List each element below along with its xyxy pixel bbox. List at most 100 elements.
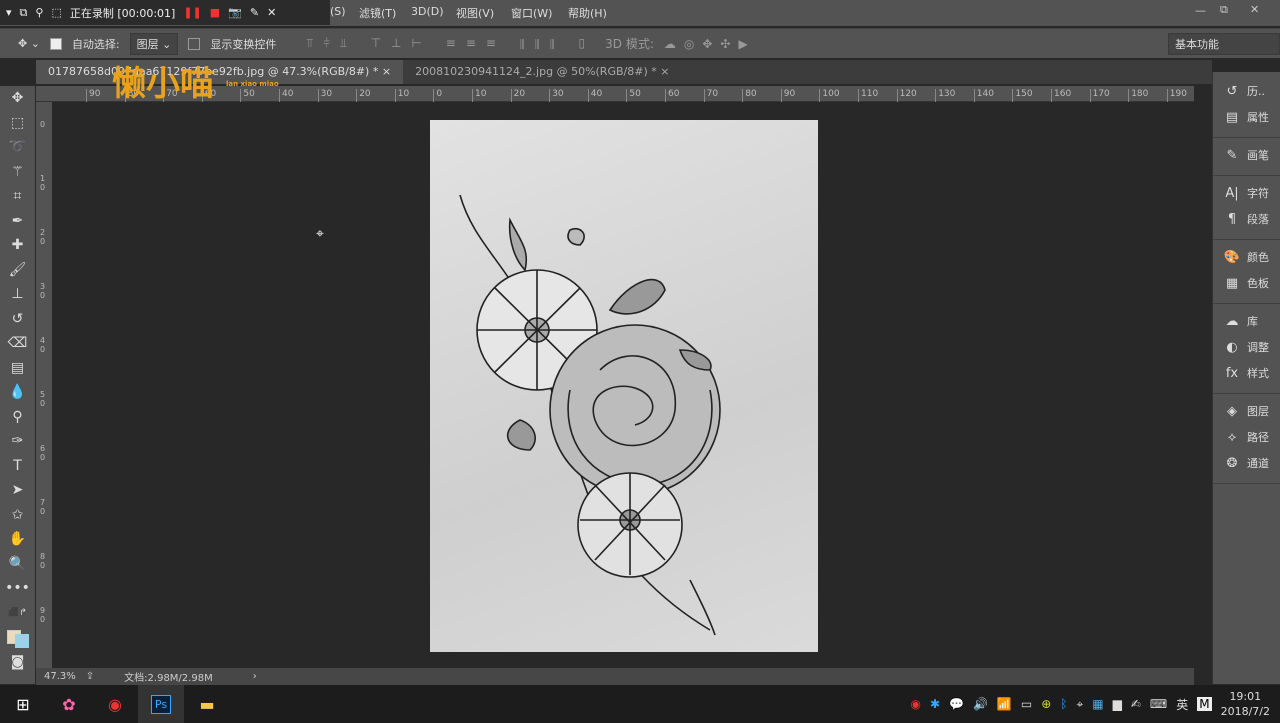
lasso-tool[interactable]: ➰ — [0, 135, 35, 160]
panel-paragraph[interactable]: ¶ 段落 — [1213, 206, 1280, 232]
taskbar: ⊞ ✿ ◉ Ps ▬ ◉ ✱ 💬 🔊 📶 ▭ ⊕ ᛒ ⌖ ▦ ▆ ✍ ⌨ 英 M… — [0, 685, 1280, 723]
app-file-explorer-icon[interactable]: ▬ — [184, 685, 230, 723]
minimize-button[interactable]: — — [1195, 4, 1206, 17]
pen-tool[interactable]: ✑ — [0, 429, 35, 454]
network-icon[interactable]: ⌖ — [1076, 697, 1083, 712]
search-icon[interactable]: ⚲ — [35, 6, 43, 19]
panel-paths[interactable]: ⟡ 路径 — [1213, 424, 1280, 450]
keyboard-icon[interactable]: ⌨ — [1150, 697, 1167, 711]
path-select-tool[interactable]: ➤ — [0, 478, 35, 503]
panel-layers[interactable]: ◈ 图层 — [1213, 398, 1280, 424]
ruler-label: 5 0 — [40, 390, 46, 408]
history-brush-tool[interactable]: ↺ — [0, 307, 35, 332]
ime-mode[interactable]: M — [1197, 697, 1212, 711]
menu-3d[interactable]: 3D(D) — [411, 5, 444, 18]
ruler-label: 30 — [549, 89, 564, 102]
menu-window[interactable]: 窗口(W) — [511, 5, 552, 21]
hand-tool[interactable]: ✋ — [0, 527, 35, 552]
layer-select-dropdown[interactable]: 图层 ⌄ — [129, 32, 179, 55]
show-transform-checkbox[interactable] — [188, 37, 201, 50]
zoom-tool[interactable]: 🔍 — [0, 552, 35, 577]
restore-button[interactable]: ⧉ — [1220, 3, 1228, 17]
panel-channels[interactable]: ❂ 通道 — [1213, 450, 1280, 476]
panel-libraries[interactable]: ☁ 库 — [1213, 308, 1280, 334]
quick-mask-icon[interactable]: ◙ — [0, 650, 35, 675]
app-photoshop-icon[interactable]: Ps — [138, 685, 184, 723]
panel-brush[interactable]: ✎ 画笔 — [1213, 142, 1280, 168]
panel-swatches[interactable]: ▦ 色板 — [1213, 270, 1280, 296]
close-tab-icon[interactable]: × — [660, 65, 669, 78]
panel-properties[interactable]: ▤ 属性 — [1213, 104, 1280, 130]
pen-icon[interactable]: ✎ — [250, 6, 259, 19]
stamp-tool[interactable]: ⊥ — [0, 282, 35, 307]
app-tray-icon[interactable]: ✱ — [930, 697, 940, 711]
healing-tool[interactable]: ✚ — [0, 233, 35, 258]
ime-language[interactable]: 英 — [1176, 696, 1188, 713]
volume-icon[interactable]: 🔊 — [973, 697, 988, 711]
move-tool-icon[interactable]: ✥ ⌄ — [18, 37, 40, 50]
align-icons[interactable]: ⫪⫩⫫ ⊤⊥⊢ ≡≡≡ ⦀⦀⦀ ▯ — [306, 36, 595, 51]
battery-icon[interactable]: ▭ — [1021, 697, 1032, 711]
security-icon[interactable]: ⊕ — [1041, 697, 1051, 711]
3d-mode-icons[interactable]: ☁◎✥✣▶ — [664, 37, 756, 51]
panel-history[interactable]: ↺ 历.. — [1213, 78, 1280, 104]
type-tool[interactable]: T — [0, 454, 35, 479]
clock[interactable]: 19:01 2018/7/2 — [1221, 689, 1270, 719]
collapse-icon[interactable]: ▾ — [6, 6, 12, 19]
document-canvas[interactable] — [430, 120, 818, 652]
menu-help[interactable]: 帮助(H) — [568, 5, 607, 21]
stop-button[interactable]: ■ — [210, 6, 220, 19]
wifi-icon[interactable]: 📶 — [997, 697, 1012, 711]
app-recorder-icon[interactable]: ◉ — [92, 685, 138, 723]
panel-color[interactable]: 🎨 颜色 — [1213, 244, 1280, 270]
menu-filter[interactable]: 滤镜(T) — [359, 5, 396, 21]
bluetooth-icon[interactable]: ᛒ — [1060, 697, 1067, 711]
crop-tool[interactable]: ⌗ — [0, 184, 35, 209]
panel-divider — [1213, 168, 1280, 176]
ruler-label: 2 0 — [40, 228, 46, 246]
panel-label: 色板 — [1247, 277, 1269, 290]
camera-icon[interactable]: 📷 — [228, 6, 242, 19]
workspace-dropdown[interactable]: 基本功能 — [1168, 33, 1280, 55]
menu-select[interactable]: (S) — [330, 5, 346, 18]
panel-styles[interactable]: fx 样式 — [1213, 360, 1280, 386]
panel-adjustments[interactable]: ◐ 调整 — [1213, 334, 1280, 360]
panel-divider — [1213, 232, 1280, 240]
eraser-tool[interactable]: ⌫ — [0, 331, 35, 356]
tab-document-1[interactable]: 01787658d097daa67129f77ee92fb.jpg @ 47.3… — [36, 60, 404, 84]
marquee-tool[interactable]: ⬚ — [0, 111, 35, 136]
record-tray-icon[interactable]: ◉ — [910, 697, 920, 711]
shape-tool[interactable]: ✩ — [0, 503, 35, 528]
swap-colors-icon[interactable]: ⬛↱ — [0, 601, 35, 626]
region-icon[interactable]: ⬚ — [51, 6, 61, 19]
more-tools[interactable]: ••• — [0, 576, 35, 601]
gradient-tool[interactable]: ▤ — [0, 356, 35, 381]
pause-button[interactable]: ❚❚ — [183, 6, 201, 19]
app-colorful-icon[interactable]: ✿ — [46, 685, 92, 723]
move-tool[interactable]: ✥ — [0, 86, 35, 111]
display-icon[interactable]: ▆ — [1113, 697, 1122, 711]
close-icon[interactable]: ✕ — [267, 6, 276, 19]
wechat-icon[interactable]: 💬 — [949, 697, 964, 711]
color-swatches[interactable] — [0, 625, 35, 650]
dodge-tool[interactable]: ⚲ — [0, 405, 35, 430]
magic-wand-tool[interactable]: ⚚ — [0, 160, 35, 185]
start-button[interactable]: ⊞ — [0, 685, 46, 723]
pen-tray-icon[interactable]: ✍ — [1131, 697, 1141, 711]
blur-tool[interactable]: 💧 — [0, 380, 35, 405]
eyedropper-tool[interactable]: ✒ — [0, 209, 35, 234]
window-close-button[interactable]: ✕ — [1250, 3, 1259, 16]
panel-character[interactable]: A| 字符 — [1213, 180, 1280, 206]
zoom-level[interactable]: 47.3% — [44, 671, 76, 682]
close-tab-icon[interactable]: × — [382, 65, 391, 78]
tab-document-2[interactable]: 200810230941124_2.jpg @ 50%(RGB/8#) * × — [403, 60, 681, 84]
share-icon[interactable]: ⇪ — [86, 671, 94, 682]
brush-tool[interactable]: 🖌 — [0, 258, 35, 283]
time: 19:01 — [1229, 690, 1262, 703]
auto-select-checkbox[interactable] — [49, 37, 62, 50]
menu-view[interactable]: 视图(V) — [456, 5, 494, 21]
window-icon[interactable]: ⧉ — [20, 6, 28, 20]
status-menu-arrow[interactable]: › — [253, 671, 257, 682]
swatches-icon: ▦ — [1225, 275, 1239, 291]
app2-tray-icon[interactable]: ▦ — [1092, 697, 1103, 711]
